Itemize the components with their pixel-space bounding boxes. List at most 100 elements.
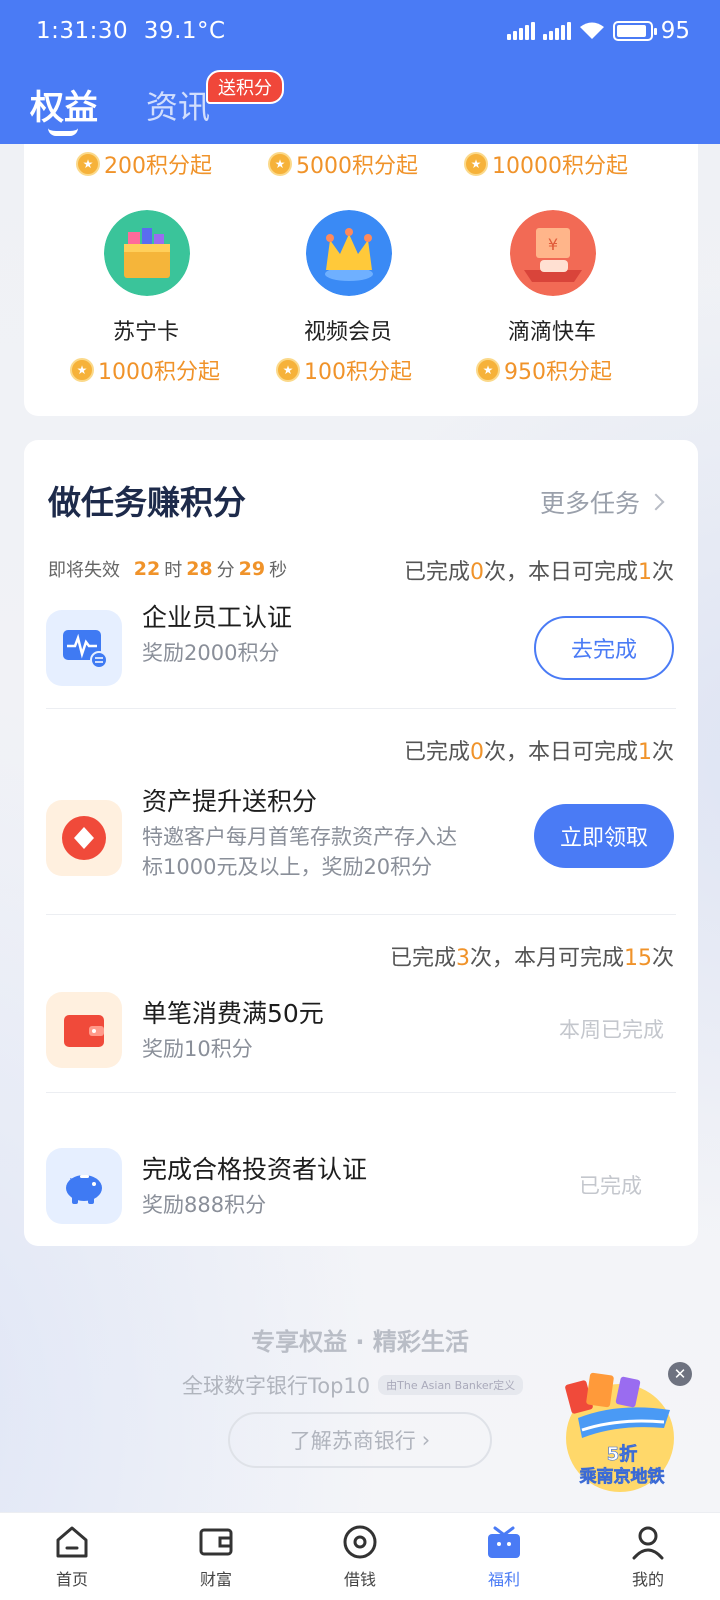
progress-text: 次，本日可完成 (483, 740, 638, 765)
promo-title: 专享权益 · 精彩生活 (251, 1328, 469, 1356)
benefit-points-top-1: ★ 200积分起 (76, 148, 212, 180)
benefit-points: ★ 950积分起 (476, 354, 612, 386)
coin-icon: ★ (276, 358, 300, 382)
task-progress: 已完成0次，本日可完成1次 (404, 734, 674, 766)
learn-bank-label: 了解苏商银行 (289, 1429, 416, 1453)
nav-label: 首页 (55, 1569, 88, 1589)
progress-total: 15 (623, 946, 652, 971)
task-desc: 奖励888积分 (142, 1193, 267, 1217)
progress-done: 0 (469, 560, 484, 585)
nav-wealth[interactable]: 财富 (144, 1513, 288, 1600)
temperature: 39.1°C (143, 18, 226, 44)
top-tabs: 权益 资讯 送积分 (0, 70, 720, 144)
progress-done: 0 (469, 740, 484, 765)
points-label: 100积分起 (304, 360, 412, 385)
signal-icon-2 (542, 22, 571, 40)
gift-box-icon[interactable] (104, 210, 190, 296)
wallet-icon (46, 992, 122, 1068)
gift-icon (488, 1526, 520, 1558)
progress-total: 1 (637, 560, 652, 585)
divider (46, 914, 676, 915)
countdown-minutes: 28 (186, 558, 213, 580)
progress-text: 次，本日可完成 (483, 560, 638, 585)
clock: 1:31:30 (36, 18, 129, 44)
points-label: 950积分起 (504, 360, 612, 385)
go-complete-button[interactable]: 去完成 (534, 616, 674, 680)
countdown-hours: 22 (133, 558, 161, 580)
points-label: 200积分起 (104, 154, 212, 179)
coin-icon: ★ (268, 152, 292, 176)
countdown-unit: 分 (216, 560, 235, 581)
battery-icon (612, 21, 657, 41)
benefit-name: 滴滴快车 (507, 320, 596, 345)
tab-active-indicator (48, 128, 78, 136)
heartbeat-icon (46, 610, 122, 686)
points-label: 5000积分起 (296, 154, 418, 179)
nav-home[interactable]: 首页 (0, 1513, 144, 1600)
metro-discount-ad[interactable]: 5折 乘南京地铁 (558, 1368, 692, 1498)
divider (46, 708, 676, 709)
nav-label: 福利 (487, 1569, 520, 1589)
divider (46, 1092, 676, 1093)
coin-icon: ★ (70, 358, 94, 382)
progress-total: 1 (637, 740, 652, 765)
promo-subtitle-text: 全球数字银行Top10 (182, 1374, 371, 1398)
progress-text: 次 (651, 740, 674, 765)
nav-benefits[interactable]: 福利 (432, 1513, 576, 1600)
expire-label: 即将失效 (48, 560, 120, 581)
home-icon (56, 1526, 88, 1557)
more-tasks-label: 更多任务 (539, 489, 640, 518)
tab-news[interactable]: 资讯 (146, 82, 210, 128)
tab-benefits[interactable]: 权益 (30, 80, 98, 129)
status-bar: 1:31:30 39.1°C 95 (0, 0, 720, 66)
countdown-seconds: 29 (238, 558, 266, 580)
benefit-points: ★ 1000积分起 (70, 354, 220, 386)
profile-icon (632, 1526, 664, 1559)
benefit-points: ★ 100积分起 (276, 354, 412, 386)
progress-text: 次 (651, 946, 674, 971)
svg-text:¥: ¥ (548, 235, 558, 254)
progress-text: 已完成 (403, 740, 470, 765)
progress-text: 已完成 (403, 560, 470, 585)
chevron-right-icon (647, 493, 665, 511)
nav-mine[interactable]: 我的 (576, 1513, 720, 1600)
benefit-points-top-2: ★ 5000积分起 (268, 148, 418, 180)
progress-text: 次，本月可完成 (469, 946, 624, 971)
task-progress: 已完成0次，本日可完成1次 (404, 554, 674, 586)
countdown-unit: 时 (164, 560, 183, 581)
status-icons: 95 (506, 18, 690, 44)
close-ad-icon[interactable]: ✕ (668, 1362, 692, 1386)
nav-label: 财富 (199, 1569, 232, 1589)
wallet-icon (199, 1528, 233, 1555)
progress-text: 已完成 (389, 946, 456, 971)
status-time: 1:31:30 39.1°C (36, 18, 226, 44)
tasks-card: 做任务赚积分 更多任务 即将失效 22 时 28 分 29 秒 已完成0次，本日可完成… (24, 440, 698, 1246)
chevron-right-icon: › (421, 1428, 431, 1452)
learn-bank-button[interactable]: 了解苏商银行 › (228, 1412, 492, 1468)
ticket-car-icon[interactable]: ¥ (510, 210, 596, 296)
task-progress: 已完成3次，本月可完成15次 (390, 940, 674, 972)
benefit-points-top-3: ★ 10000积分起 (464, 148, 628, 180)
benefit-name: 视频会员 (303, 320, 392, 345)
task-name: 单笔消费满50元 (142, 999, 324, 1028)
claim-now-button[interactable]: 立即领取 (534, 804, 674, 868)
task-status: 已完成 (579, 1174, 642, 1198)
task-status: 本周已完成 (559, 1018, 664, 1042)
task-desc: 奖励10积分 (142, 1037, 253, 1061)
task-name: 完成合格投资者认证 (142, 1155, 368, 1184)
wifi-icon (579, 22, 604, 39)
more-tasks-link[interactable]: 更多任务 (539, 484, 665, 520)
header: 1:31:30 39.1°C 95 权益 资讯 送积分 (0, 0, 720, 144)
crown-icon[interactable] (306, 210, 392, 296)
coin-icon: ★ (464, 152, 488, 176)
task-desc: 奖励2000积分 (142, 641, 280, 665)
progress-text: 次 (651, 560, 674, 585)
news-badge: 送积分 (206, 70, 284, 104)
nav-loan[interactable]: 借钱 (288, 1513, 432, 1600)
ad-discount: 5折 (607, 1443, 638, 1465)
battery-level: 95 (660, 18, 690, 44)
task-desc-line1: 特邀客户每月首笔存款资产存入达 (142, 825, 457, 849)
progress-done: 3 (455, 946, 470, 971)
piggy-bank-icon (46, 1148, 122, 1224)
nav-label: 借钱 (343, 1569, 376, 1589)
